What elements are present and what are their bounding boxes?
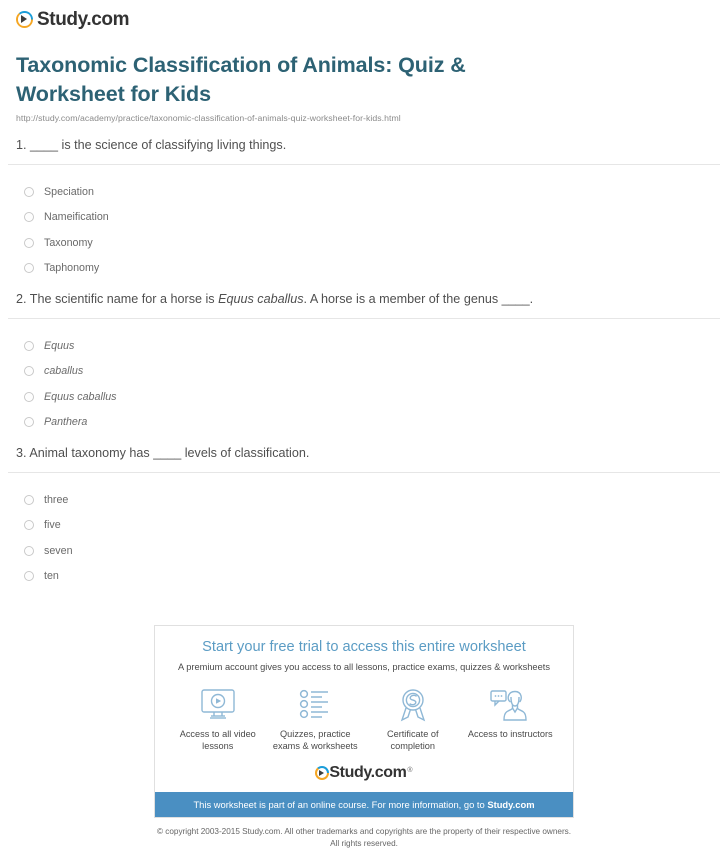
option-label: Taxonomy — [44, 236, 93, 249]
option-label: ten — [44, 570, 59, 583]
play-circle-icon — [16, 11, 33, 28]
study-com-logo[interactable]: Study.com — [16, 9, 130, 30]
feature-item: Certificate of completion — [365, 686, 461, 752]
option-row[interactable]: Panthera — [24, 410, 720, 436]
question-number: 1. — [16, 138, 27, 153]
promo-header: Start your free trial to access this ent… — [155, 626, 573, 676]
option-label: Equus caballus — [44, 390, 117, 403]
question-body: ____ is the science of classifying livin… — [30, 138, 287, 153]
option-label: caballus — [44, 365, 84, 378]
play-circle-icon — [315, 766, 330, 781]
feature-label: Access to instructors — [467, 729, 553, 740]
trademark-symbol: ® — [407, 767, 413, 775]
option-label: Speciation — [44, 185, 94, 198]
feature-label: Certificate of completion — [386, 729, 439, 752]
option-row[interactable]: ten — [24, 564, 720, 590]
option-row[interactable]: Speciation — [24, 179, 720, 205]
answer-options: Equus caballus Equus caballus Panthera — [8, 319, 720, 445]
radio-button[interactable] — [24, 520, 34, 531]
promo-title: Start your free trial to access this ent… — [202, 639, 526, 656]
promo-logo-wordmark: Study.com — [329, 764, 407, 782]
radio-button[interactable] — [24, 571, 34, 582]
option-row[interactable]: three — [24, 487, 720, 513]
promo-features: Access to all video lessons Quizzes, pra… — [155, 676, 573, 756]
title-block: Taxonomic Classification of Animals: Qui… — [8, 37, 720, 123]
option-row[interactable]: Nameification — [24, 205, 720, 231]
radio-button[interactable] — [24, 545, 34, 556]
option-row[interactable]: Equus — [24, 333, 720, 359]
promo-bar-link[interactable]: Study.com — [487, 799, 534, 810]
question-body-tail: . A horse is a member of the genus ____. — [303, 292, 534, 307]
page-title: Taxonomic Classification of Animals: Qui… — [16, 53, 466, 106]
question-number: 2. — [16, 292, 27, 307]
question-text: 2. The scientific name for a horse is Eq… — [8, 291, 720, 318]
worksheet-url: http://study.com/academy/practice/taxono… — [16, 113, 401, 124]
copyright-line-2: All rights reserved. — [330, 839, 398, 849]
option-label: Taphonomy — [44, 262, 100, 275]
radio-button[interactable] — [24, 391, 34, 402]
radio-button[interactable] — [24, 212, 34, 223]
option-row[interactable]: Taxonomy — [24, 230, 720, 256]
option-label: seven — [44, 544, 73, 557]
option-label: five — [44, 519, 61, 532]
option-row[interactable]: seven — [24, 538, 720, 564]
promo-footer-bar: This worksheet is part of an online cour… — [155, 792, 573, 818]
radio-button[interactable] — [24, 237, 34, 248]
option-label: Equus — [44, 339, 75, 352]
question-block: 2. The scientific name for a horse is Eq… — [8, 291, 720, 445]
radio-button[interactable] — [24, 186, 34, 197]
radio-button[interactable] — [24, 340, 34, 351]
free-trial-card: Start your free trial to access this ent… — [154, 625, 574, 819]
worksheet-page: Study.com Taxonomic Classification of An… — [0, 0, 728, 848]
promo-section: Start your free trial to access this ent… — [8, 625, 720, 819]
option-row[interactable]: caballus — [24, 359, 720, 385]
option-label: three — [44, 493, 69, 506]
question-block: 3. Animal taxonomy has ____ levels of cl… — [8, 445, 720, 599]
option-row[interactable]: Taphonomy — [24, 256, 720, 282]
option-row[interactable]: Equus caballus — [24, 384, 720, 410]
radio-button[interactable] — [24, 417, 34, 428]
feature-label: Access to all video lessons — [179, 729, 256, 752]
promo-bar-text: This worksheet is part of an online cour… — [193, 799, 488, 811]
question-body: Animal taxonomy has ____ levels of class… — [29, 446, 310, 461]
feature-item: Access to instructors — [462, 686, 558, 752]
radio-button[interactable] — [24, 263, 34, 274]
quiz-container: 1. ____ is the science of classifying li… — [8, 137, 720, 599]
answer-options: Speciation Nameification Taxonomy Taphon… — [8, 165, 720, 291]
checklist-icon — [267, 686, 363, 724]
feature-label: Quizzes, practice exams & worksheets — [272, 729, 358, 752]
radio-button[interactable] — [24, 366, 34, 377]
radio-button[interactable] — [24, 494, 34, 505]
logo-wordmark: Study.com — [37, 9, 130, 30]
option-label: Panthera — [44, 416, 88, 429]
answer-options: three five seven ten — [8, 473, 720, 599]
feature-item: Quizzes, practice exams & worksheets — [267, 686, 363, 752]
site-header: Study.com — [8, 0, 720, 37]
feature-item: Access to all video lessons — [170, 686, 266, 752]
question-text: 3. Animal taxonomy has ____ levels of cl… — [8, 445, 720, 472]
question-block: 1. ____ is the science of classifying li… — [8, 137, 720, 291]
option-label: Nameification — [44, 211, 109, 224]
video-monitor-icon — [170, 686, 266, 724]
question-body: The scientific name for a horse is — [29, 292, 219, 307]
award-ribbon-icon — [365, 686, 461, 724]
question-number: 3. — [16, 446, 27, 461]
copyright-line-1: © copyright 2003-2015 Study.com. All oth… — [156, 827, 572, 837]
option-row[interactable]: five — [24, 513, 720, 539]
question-text: 1. ____ is the science of classifying li… — [8, 137, 720, 164]
instructor-chat-icon — [462, 686, 558, 724]
promo-study-com-logo[interactable]: Study.com ® — [155, 756, 573, 792]
question-italic-term: Equus caballus — [218, 292, 304, 307]
copyright-footer: © copyright 2003-2015 Study.com. All oth… — [8, 826, 720, 850]
promo-subtitle: A premium account gives you access to al… — [177, 662, 551, 673]
